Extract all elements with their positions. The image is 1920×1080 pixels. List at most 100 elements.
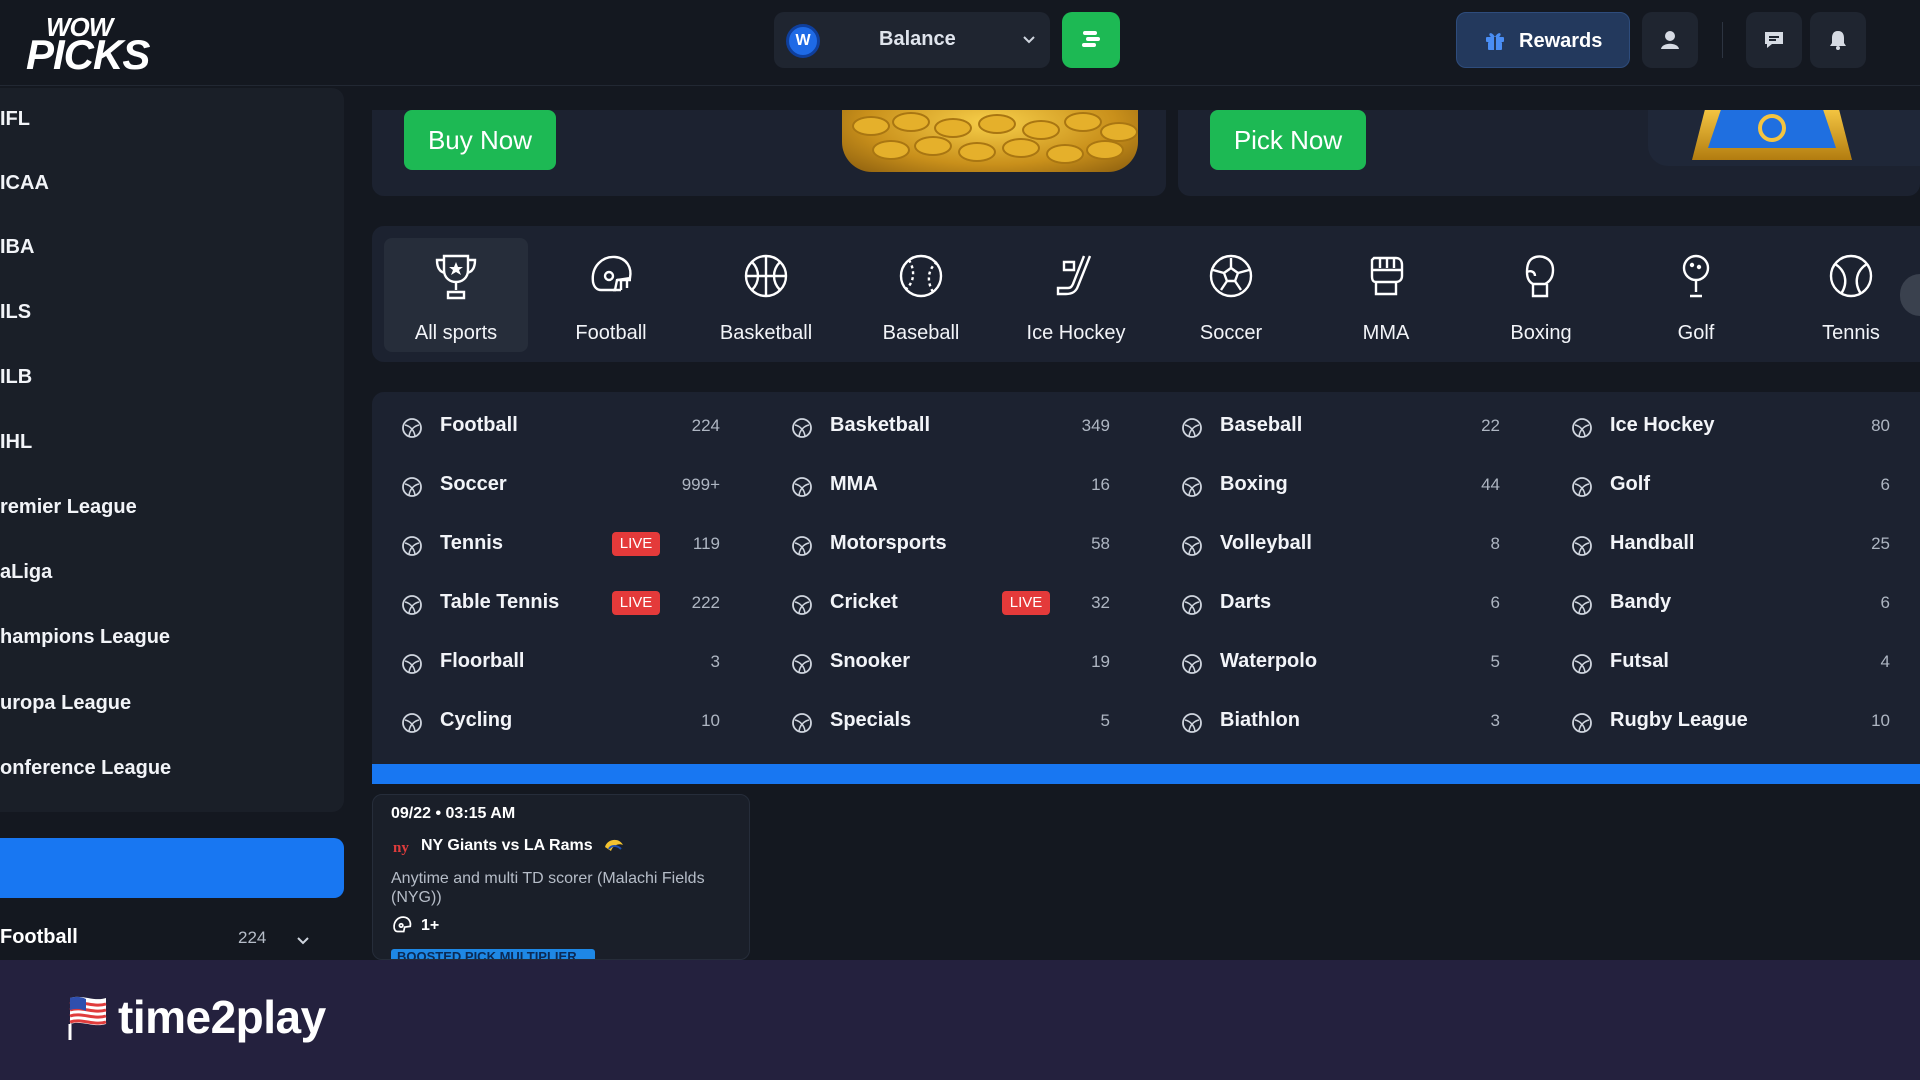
sport-list-item[interactable]: Biathlon 3 (1180, 701, 1500, 741)
sport-list-item[interactable]: MMA 16 (790, 465, 1110, 505)
chevron-down-icon (297, 937, 309, 945)
sport-list-item[interactable]: Golf 6 (1570, 465, 1890, 505)
tab-label: Basketball (719, 322, 813, 344)
sport-count: 119 (692, 534, 720, 553)
sport-count: 3 (710, 652, 720, 671)
sport-list-item[interactable]: Basketball 349 (790, 406, 1110, 446)
wow-picks-logo[interactable]: WOW PICKS (26, 10, 150, 76)
tennis-ball-icon (1829, 254, 1873, 298)
live-badge: LIVE (1002, 591, 1050, 615)
rewards-label: Rewards (1519, 30, 1603, 52)
sport-list-item[interactable]: Baseball 22 (1180, 406, 1500, 446)
tab-mma[interactable]: MMA (1314, 238, 1458, 352)
tab-basketball[interactable]: Basketball (694, 238, 838, 352)
sport-count: 999+ (681, 475, 720, 494)
sport-list-item[interactable]: Futsal 4 (1570, 642, 1890, 682)
sport-count: 32 (1091, 593, 1110, 612)
pick-match: NY Giants vs LA Rams (421, 837, 593, 854)
sport-name: Golf (1610, 473, 1650, 495)
motorsports-icon (792, 536, 812, 556)
sport-list-item[interactable]: Bandy 6 (1570, 583, 1890, 623)
soccer-ball-icon (1209, 254, 1253, 298)
bell-icon (1830, 31, 1846, 50)
sidebar-item-league[interactable]: IHL (0, 431, 32, 454)
sport-list-item[interactable]: Volleyball 8 (1180, 524, 1500, 564)
sport-list-item[interactable]: Football 224 (400, 406, 720, 446)
sidebar-item-league[interactable]: IBA (0, 236, 34, 259)
mma-glove-icon (1370, 256, 1404, 296)
sport-list-item[interactable]: Cricket LIVE 32 (790, 583, 1110, 623)
sport-list-item[interactable]: Handball 25 (1570, 524, 1890, 564)
tab-label: Ice Hockey (1026, 322, 1126, 344)
tab-golf[interactable]: Golf (1624, 238, 1768, 352)
sport-name: Cycling (440, 709, 513, 731)
profile-button[interactable] (1642, 12, 1698, 68)
sport-list-item[interactable]: Ice Hockey 80 (1570, 406, 1890, 446)
svg-text:ny: ny (393, 840, 409, 855)
sport-name: Snooker (830, 650, 911, 672)
sport-list-item[interactable]: Waterpolo 5 (1180, 642, 1500, 682)
sport-name: Volleyball (1220, 532, 1312, 554)
messages-button[interactable] (1746, 12, 1802, 68)
sidebar-item-league[interactable]: ILB (0, 366, 32, 389)
specials-icon (792, 713, 812, 733)
sidebar-item-league[interactable]: ICAA (0, 172, 49, 195)
tab-football[interactable]: Football (539, 238, 683, 352)
sidebar-item-league[interactable]: hampions League (0, 626, 170, 649)
sport-list-item[interactable]: Table Tennis LIVE 222 (400, 583, 720, 623)
sport-count: 6 (1880, 475, 1890, 494)
tab-tennis[interactable]: Tennis (1779, 238, 1920, 352)
pick-card[interactable]: 09/22 • 03:15 AM ny NY Giants vs LA Rams… (372, 794, 750, 960)
waterpolo-icon (1182, 654, 1202, 674)
sport-name: Football (440, 414, 518, 436)
sidebar-item-league[interactable]: IFL (0, 108, 30, 131)
tab-soccer[interactable]: Soccer (1159, 238, 1303, 352)
sport-list-item[interactable]: Darts 6 (1180, 583, 1500, 623)
tab-all-sports[interactable]: All sports (384, 238, 528, 352)
buy-now-button[interactable]: Buy Now (404, 110, 556, 170)
notifications-button[interactable] (1810, 12, 1866, 68)
sidebar-item-league[interactable]: onference League (0, 757, 171, 780)
sidebar-item-league[interactable]: aLiga (0, 561, 52, 584)
sport-list-item[interactable]: Soccer 999+ (400, 465, 720, 505)
sidebar-item-league[interactable]: remier League (0, 496, 137, 519)
rewards-button[interactable]: Rewards (1456, 12, 1630, 68)
sidebar-item-league[interactable]: uropa League (0, 692, 131, 715)
wallet-button[interactable] (1062, 12, 1120, 68)
sport-name: Futsal (1610, 650, 1669, 672)
sport-list-item[interactable]: Tennis LIVE 119 (400, 524, 720, 564)
sport-count: 10 (1871, 711, 1890, 730)
sport-count: 6 (1880, 593, 1890, 612)
balance-dropdown[interactable]: W Balance (774, 12, 1050, 68)
sport-list-item[interactable]: Specials 5 (790, 701, 1110, 741)
sport-list-item[interactable]: Snooker 19 (790, 642, 1110, 682)
sport-list-item[interactable]: Floorball 3 (400, 642, 720, 682)
sport-name: Cricket (830, 591, 898, 613)
baseball-icon (899, 254, 943, 298)
tab-ice-hockey[interactable]: Ice Hockey (1004, 238, 1148, 352)
chevron-down-icon (1023, 36, 1035, 44)
sport-name: Soccer (440, 473, 507, 495)
sport-list-item[interactable]: Motorsports 58 (790, 524, 1110, 564)
sidebar-sport-row[interactable]: Football 224 (0, 926, 320, 956)
tab-boxing[interactable]: Boxing (1469, 238, 1613, 352)
sport-name: Rugby League (1610, 709, 1748, 731)
chat-icon (1765, 32, 1783, 48)
sidebar-sport-count: 224 (238, 928, 267, 947)
mma-glove-icon (792, 477, 812, 497)
sidebar-item-league[interactable]: ILS (0, 301, 31, 324)
sport-list-item[interactable]: Boxing 44 (1180, 465, 1500, 505)
basketball-icon (744, 254, 788, 298)
basketball-icon (792, 418, 812, 438)
header-divider (1722, 22, 1723, 58)
sport-name: Biathlon (1220, 709, 1300, 731)
sport-count: 25 (1871, 534, 1890, 553)
sport-list-item[interactable]: Cycling 10 (400, 701, 720, 741)
sidebar-blue-button[interactable] (0, 838, 344, 898)
pick-now-button[interactable]: Pick Now (1210, 110, 1366, 170)
blue-divider-bar (372, 764, 1920, 784)
tab-baseball[interactable]: Baseball (849, 238, 993, 352)
golf-icon (1682, 254, 1710, 298)
boxing-glove-icon (1525, 255, 1555, 298)
sport-list-item[interactable]: Rugby League 10 (1570, 701, 1890, 741)
